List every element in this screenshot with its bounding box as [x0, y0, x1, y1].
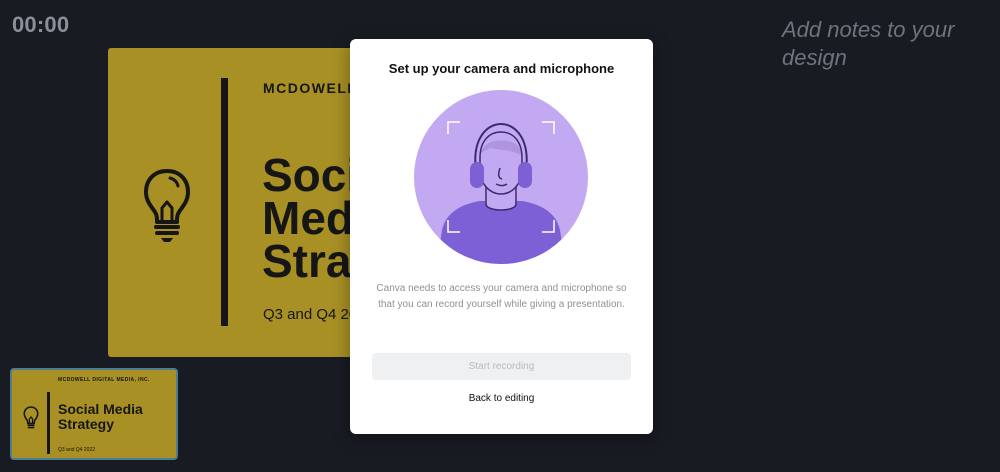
person-headphones-illustration [414, 90, 588, 264]
presentation-timer: 00:00 [12, 12, 70, 37]
thumbnail-company: MCDOWELL DIGITAL MEDIA, INC. [58, 377, 150, 383]
start-recording-button[interactable]: Start recording [372, 353, 631, 380]
thumbnail-divider [47, 392, 50, 454]
camera-setup-dialog: Set up your camera and microphone Canva … [350, 39, 653, 434]
dialog-description: Canva needs to access your camera and mi… [376, 283, 627, 310]
lightbulb-icon [23, 405, 39, 436]
notes-placeholder[interactable]: Add notes to your design [782, 16, 982, 72]
slide-divider [221, 78, 228, 326]
back-to-editing-link[interactable]: Back to editing [350, 393, 653, 404]
thumbnail-title: Social Media Strategy [58, 401, 143, 432]
lightbulb-icon [142, 166, 192, 249]
thumbnail-subtitle: Q3 and Q4 2022 [58, 447, 95, 453]
slide-thumbnail[interactable]: MCDOWELL DIGITAL MEDIA, INC. Social Medi… [10, 368, 178, 460]
dialog-title: Set up your camera and microphone [388, 61, 615, 76]
